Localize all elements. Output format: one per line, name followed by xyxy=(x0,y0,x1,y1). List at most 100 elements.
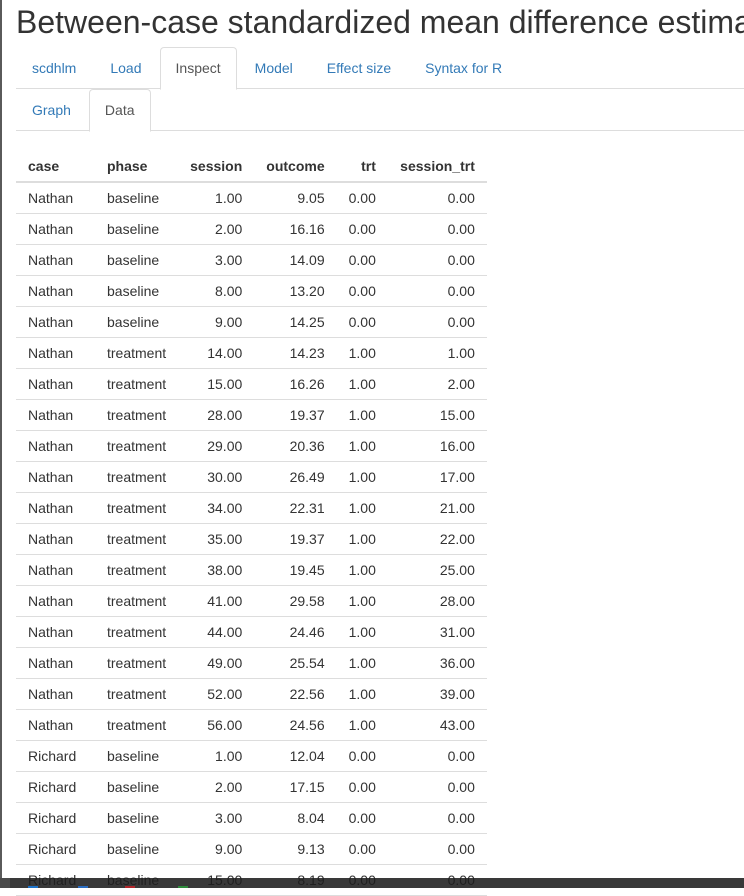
table-row: Nathan treatment 41.00 29.58 1.00 28.00 xyxy=(16,585,487,617)
cell-session-trt: 31.00 xyxy=(387,616,487,648)
page-title: Between-case standardized mean differenc… xyxy=(16,4,744,40)
cell-session-trt: 1.00 xyxy=(387,337,487,369)
cell-phase: treatment xyxy=(95,399,179,431)
cell-phase: treatment xyxy=(95,461,179,493)
cell-case: Richard xyxy=(16,771,95,803)
cell-trt: 0.00 xyxy=(336,740,388,772)
table-row: Nathan baseline 3.00 14.09 0.00 0.00 xyxy=(16,244,487,276)
cell-outcome: 9.05 xyxy=(254,182,337,214)
cell-case: Richard xyxy=(16,740,95,772)
tab-load[interactable]: Load xyxy=(94,47,157,89)
cell-outcome: 19.37 xyxy=(254,399,337,431)
cell-phase: treatment xyxy=(95,492,179,524)
cell-phase: treatment xyxy=(95,616,179,648)
cell-outcome: 14.09 xyxy=(254,244,337,276)
table-row: Nathan treatment 52.00 22.56 1.00 39.00 xyxy=(16,678,487,710)
cell-trt: 1.00 xyxy=(336,461,388,493)
column-header-phase[interactable]: phase xyxy=(95,150,179,183)
cell-outcome: 16.16 xyxy=(254,213,337,245)
cell-trt: 1.00 xyxy=(336,647,388,679)
cell-case: Nathan xyxy=(16,492,95,524)
table-row: Nathan treatment 29.00 20.36 1.00 16.00 xyxy=(16,430,487,462)
tab-scdhlm[interactable]: scdhlm xyxy=(16,47,92,89)
cell-outcome: 14.23 xyxy=(254,337,337,369)
inspect-sub-tabs: Graph Data xyxy=(16,89,744,132)
cell-phase: treatment xyxy=(95,647,179,679)
cell-outcome: 13.20 xyxy=(254,275,337,307)
cell-trt: 1.00 xyxy=(336,368,388,400)
cell-case: Nathan xyxy=(16,182,95,214)
cell-phase: baseline xyxy=(95,740,179,772)
cell-outcome: 22.56 xyxy=(254,678,337,710)
cell-session: 9.00 xyxy=(178,833,255,865)
cell-trt: 0.00 xyxy=(336,275,388,307)
cell-phase: baseline xyxy=(95,213,179,245)
column-header-case[interactable]: case xyxy=(16,150,95,183)
cell-session-trt: 16.00 xyxy=(387,430,487,462)
cell-session: 3.00 xyxy=(178,802,255,834)
cell-session: 1.00 xyxy=(178,182,255,214)
cell-case: Nathan xyxy=(16,461,95,493)
tab-syntax-for-r[interactable]: Syntax for R xyxy=(409,47,518,89)
cell-phase: baseline xyxy=(95,771,179,803)
cell-phase: treatment xyxy=(95,709,179,741)
table-row: Nathan baseline 8.00 13.20 0.00 0.00 xyxy=(16,275,487,307)
cell-outcome: 16.26 xyxy=(254,368,337,400)
cell-trt: 1.00 xyxy=(336,399,388,431)
table-row: Richard baseline 1.00 12.04 0.00 0.00 xyxy=(16,740,487,772)
column-header-session-trt[interactable]: session_trt xyxy=(387,150,487,183)
table-header-row: case phase session outcome trt session_t… xyxy=(16,150,487,183)
cell-outcome: 20.36 xyxy=(254,430,337,462)
cell-case: Nathan xyxy=(16,554,95,586)
cell-phase: baseline xyxy=(95,833,179,865)
tab-graph[interactable]: Graph xyxy=(16,89,87,131)
column-header-outcome[interactable]: outcome xyxy=(254,150,337,183)
tab-data[interactable]: Data xyxy=(88,89,151,132)
tab-model[interactable]: Model xyxy=(239,47,309,89)
table-row: Nathan baseline 9.00 14.25 0.00 0.00 xyxy=(16,306,487,338)
column-header-trt[interactable]: trt xyxy=(336,150,388,183)
tab-inspect[interactable]: Inspect xyxy=(159,47,237,90)
cell-phase: treatment xyxy=(95,337,179,369)
cell-trt: 1.00 xyxy=(336,337,388,369)
taskbar-overlay xyxy=(0,878,744,888)
table-row: Nathan treatment 49.00 25.54 1.00 36.00 xyxy=(16,647,487,679)
cell-session-trt: 0.00 xyxy=(387,244,487,276)
cell-trt: 0.00 xyxy=(336,802,388,834)
cell-phase: baseline xyxy=(95,275,179,307)
data-table: case phase session outcome trt session_t… xyxy=(16,150,487,896)
cell-outcome: 14.25 xyxy=(254,306,337,338)
cell-session-trt: 0.00 xyxy=(387,771,487,803)
cell-trt: 1.00 xyxy=(336,585,388,617)
cell-session-trt: 15.00 xyxy=(387,399,487,431)
column-header-session[interactable]: session xyxy=(178,150,255,183)
cell-trt: 0.00 xyxy=(336,306,388,338)
window-left-border xyxy=(0,0,2,888)
table-row: Nathan treatment 34.00 22.31 1.00 21.00 xyxy=(16,492,487,524)
cell-phase: treatment xyxy=(95,585,179,617)
cell-trt: 1.00 xyxy=(336,430,388,462)
cell-session-trt: 0.00 xyxy=(387,833,487,865)
cell-phase: baseline xyxy=(95,244,179,276)
table-row: Nathan treatment 44.00 24.46 1.00 31.00 xyxy=(16,616,487,648)
cell-outcome: 25.54 xyxy=(254,647,337,679)
cell-outcome: 22.31 xyxy=(254,492,337,524)
table-row: Nathan treatment 35.00 19.37 1.00 22.00 xyxy=(16,523,487,555)
cell-trt: 1.00 xyxy=(336,492,388,524)
cell-session-trt: 0.00 xyxy=(387,802,487,834)
cell-case: Nathan xyxy=(16,709,95,741)
cell-session-trt: 0.00 xyxy=(387,213,487,245)
table-row: Richard baseline 9.00 9.13 0.00 0.00 xyxy=(16,833,487,865)
cell-phase: baseline xyxy=(95,306,179,338)
cell-outcome: 19.45 xyxy=(254,554,337,586)
cell-session-trt: 17.00 xyxy=(387,461,487,493)
cell-case: Nathan xyxy=(16,368,95,400)
cell-session-trt: 0.00 xyxy=(387,306,487,338)
table-row: Nathan treatment 56.00 24.56 1.00 43.00 xyxy=(16,709,487,741)
table-row: Nathan treatment 28.00 19.37 1.00 15.00 xyxy=(16,399,487,431)
cell-phase: treatment xyxy=(95,554,179,586)
tab-effect-size[interactable]: Effect size xyxy=(311,47,407,89)
cell-session-trt: 28.00 xyxy=(387,585,487,617)
cell-session-trt: 36.00 xyxy=(387,647,487,679)
cell-session-trt: 0.00 xyxy=(387,740,487,772)
